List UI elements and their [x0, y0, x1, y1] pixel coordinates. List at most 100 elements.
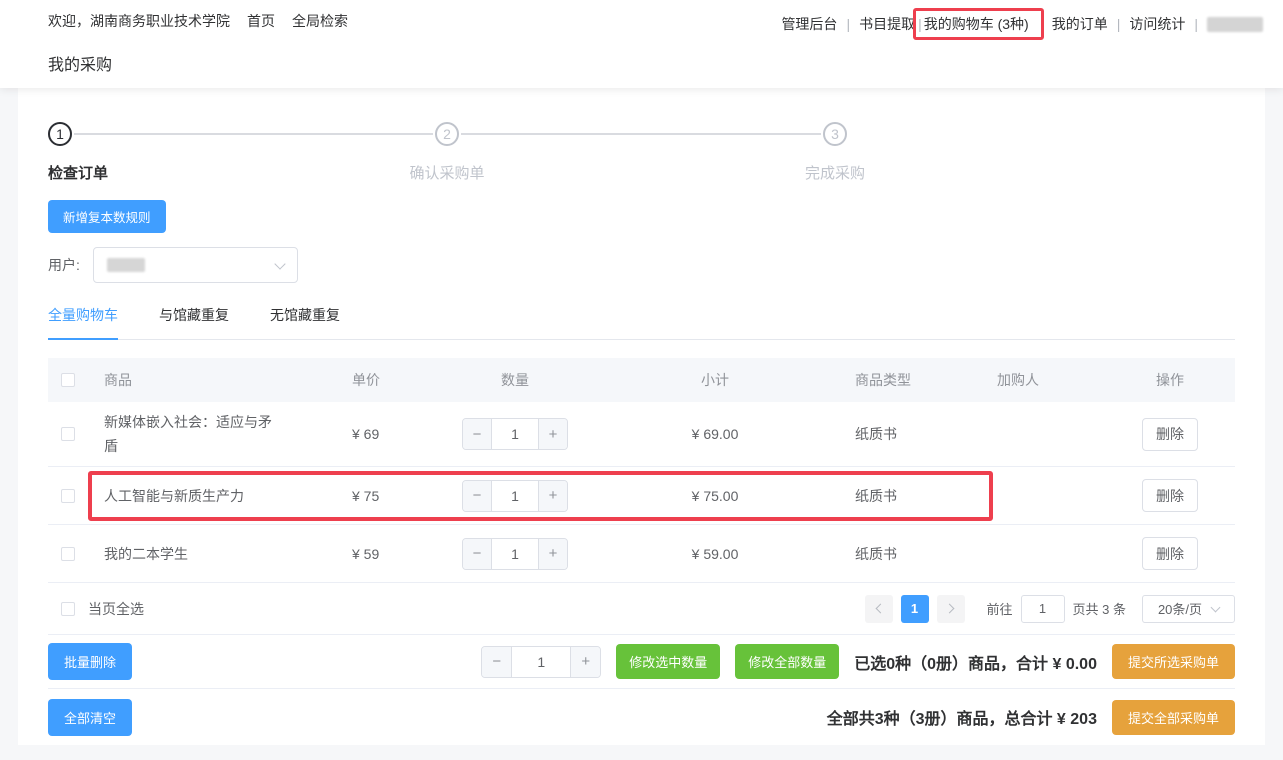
- page-title: 我的采购: [48, 51, 112, 75]
- step-2-label: 确认采购单: [409, 162, 484, 183]
- step-indicator: 1 2 3 检查订单 确认采购单 完成采购: [48, 116, 1235, 200]
- update-all-qty-button[interactable]: 修改全部数量: [735, 644, 839, 679]
- total-count-label: 页共 3 条: [1073, 599, 1126, 618]
- top-header: 欢迎，湖南商务职业技术学院 首页 全局检索 管理后台 | 书目提取 | 我的购物…: [0, 0, 1283, 88]
- qty-decrease-button[interactable]: −: [463, 419, 492, 449]
- table-row: 人工智能与新质生产力 ¥ 75 − + ¥ 75.00 纸质书 删除: [48, 467, 1235, 525]
- nav-separator: |: [918, 16, 922, 32]
- qty-decrease-button[interactable]: −: [482, 647, 512, 677]
- unit-price: ¥ 75: [340, 488, 445, 504]
- header-cell-product: 商品: [88, 368, 340, 392]
- subtotal: ¥ 75.00: [585, 488, 845, 504]
- subtotal: ¥ 69.00: [585, 426, 845, 442]
- redacted-username: [1207, 17, 1263, 32]
- chevron-right-icon: [944, 604, 954, 614]
- table-header-row: 商品 单价 数量 小计 商品类型 加购人 操作: [48, 358, 1235, 402]
- nav-stats-link[interactable]: 访问统计: [1129, 14, 1185, 34]
- bulk-qty-input[interactable]: [512, 647, 570, 677]
- top-nav: 管理后台 | 书目提取 | 我的购物车 (3种) 我的订单 | 访问统计 |: [781, 8, 1263, 40]
- nav-separator: |: [1194, 16, 1198, 32]
- tab-full-cart[interactable]: 全量购物车: [48, 305, 118, 340]
- chevron-down-icon: [1211, 602, 1221, 612]
- nav-separator: |: [1117, 16, 1121, 32]
- delete-button[interactable]: 删除: [1142, 537, 1198, 570]
- qty-decrease-button[interactable]: −: [463, 539, 492, 569]
- row-checkbox[interactable]: [61, 427, 75, 441]
- select-page-label: 当页全选: [88, 599, 144, 619]
- row-checkbox[interactable]: [61, 547, 75, 561]
- submit-all-button[interactable]: 提交全部采购单: [1112, 700, 1235, 735]
- qty-stepper: − +: [462, 538, 568, 570]
- all-actions-bar: 全部清空 全部共3种（3册）商品，总合计 ¥ 203 提交全部采购单: [48, 689, 1235, 745]
- step-2-circle: 2: [435, 122, 459, 146]
- select-all-checkbox[interactable]: [61, 373, 75, 387]
- goto-page-label: 前往: [987, 599, 1013, 618]
- product-type: 纸质书: [845, 424, 985, 444]
- page-size-select[interactable]: 20条/页: [1142, 595, 1235, 623]
- qty-input[interactable]: [492, 539, 538, 569]
- step-connector: [74, 133, 433, 135]
- nav-admin-link[interactable]: 管理后台: [781, 14, 837, 34]
- step-3-circle: 3: [823, 122, 847, 146]
- nav-global-search-link[interactable]: 全局检索: [292, 11, 348, 31]
- nav-orders-link[interactable]: 我的订单: [1052, 14, 1108, 34]
- redacted-user-value: [107, 258, 145, 272]
- header-cell-action: 操作: [1105, 370, 1235, 390]
- step-1-circle: 1: [48, 122, 72, 146]
- chevron-left-icon: [875, 604, 885, 614]
- nav-home-link[interactable]: 首页: [247, 11, 275, 31]
- cart-tabs: 全量购物车 与馆藏重复 无馆藏重复: [48, 305, 1235, 340]
- qty-increase-button[interactable]: +: [538, 539, 567, 569]
- cart-table: 商品 单价 数量 小计 商品类型 加购人 操作 新媒体嵌入社会：适应与矛盾 ¥ …: [48, 358, 1235, 635]
- user-label: 用户:: [48, 255, 80, 275]
- step-3-label: 完成采购: [805, 162, 865, 183]
- welcome-bar: 欢迎，湖南商务职业技术学院 首页 全局检索: [48, 11, 348, 31]
- update-selected-qty-button[interactable]: 修改选中数量: [616, 644, 720, 679]
- page-number-button[interactable]: 1: [901, 595, 929, 623]
- total-summary: 全部共3种（3册）商品，总合计 ¥ 203: [827, 705, 1097, 729]
- user-select[interactable]: [93, 247, 298, 283]
- pagination: 1 前往 页共 3 条 20条/页: [857, 595, 1235, 623]
- qty-stepper: − +: [462, 480, 568, 512]
- subtotal: ¥ 59.00: [585, 546, 845, 562]
- qty-input[interactable]: [492, 419, 538, 449]
- unit-price: ¥ 59: [340, 546, 445, 562]
- header-cell-subtotal: 小计: [585, 370, 845, 390]
- welcome-text: 欢迎，湖南商务职业技术学院: [48, 11, 230, 31]
- unit-price: ¥ 69: [340, 426, 445, 442]
- qty-input[interactable]: [492, 481, 538, 511]
- product-type: 纸质书: [845, 486, 985, 506]
- step-connector: [461, 133, 821, 135]
- nav-booklist-extract-link[interactable]: 书目提取: [859, 14, 915, 34]
- nav-cart-link[interactable]: 我的购物车 (3种): [924, 14, 1029, 34]
- header-cell-price: 单价: [340, 370, 445, 390]
- qty-decrease-button[interactable]: −: [463, 481, 492, 511]
- next-page-button[interactable]: [937, 595, 965, 623]
- tab-no-duplicate[interactable]: 无馆藏重复: [270, 305, 340, 339]
- row-checkbox[interactable]: [61, 489, 75, 503]
- prev-page-button[interactable]: [865, 595, 893, 623]
- goto-page-input[interactable]: [1021, 595, 1065, 623]
- header-cell-type: 商品类型: [845, 370, 985, 390]
- tab-duplicate-with-collection[interactable]: 与馆藏重复: [159, 305, 229, 339]
- select-page-checkbox[interactable]: [61, 602, 75, 616]
- delete-button[interactable]: 删除: [1142, 418, 1198, 451]
- batch-delete-button[interactable]: 批量删除: [48, 643, 132, 680]
- nav-separator: |: [846, 16, 850, 32]
- qty-increase-button[interactable]: +: [538, 481, 567, 511]
- add-copy-rule-button[interactable]: 新增复本数规则: [48, 200, 166, 233]
- product-title: 人工智能与新质生产力: [88, 476, 340, 516]
- table-row: 新媒体嵌入社会：适应与矛盾 ¥ 69 − + ¥ 69.00 纸质书 删除: [48, 402, 1235, 467]
- chevron-down-icon: [274, 258, 285, 269]
- submit-selected-button[interactable]: 提交所选采购单: [1112, 644, 1235, 679]
- header-cell-qty: 数量: [445, 370, 585, 390]
- qty-increase-button[interactable]: +: [570, 647, 600, 677]
- clear-all-button[interactable]: 全部清空: [48, 699, 132, 736]
- selected-summary: 已选0种（0册）商品，合计 ¥ 0.00: [854, 650, 1097, 674]
- qty-increase-button[interactable]: +: [538, 419, 567, 449]
- delete-button[interactable]: 删除: [1142, 479, 1198, 512]
- bulk-qty-stepper: − +: [481, 646, 601, 678]
- user-filter-row: 用户:: [48, 247, 1235, 283]
- table-row: 我的二本学生 ¥ 59 − + ¥ 59.00 纸质书 删除: [48, 525, 1235, 583]
- product-title: 新媒体嵌入社会：适应与矛盾: [88, 402, 340, 466]
